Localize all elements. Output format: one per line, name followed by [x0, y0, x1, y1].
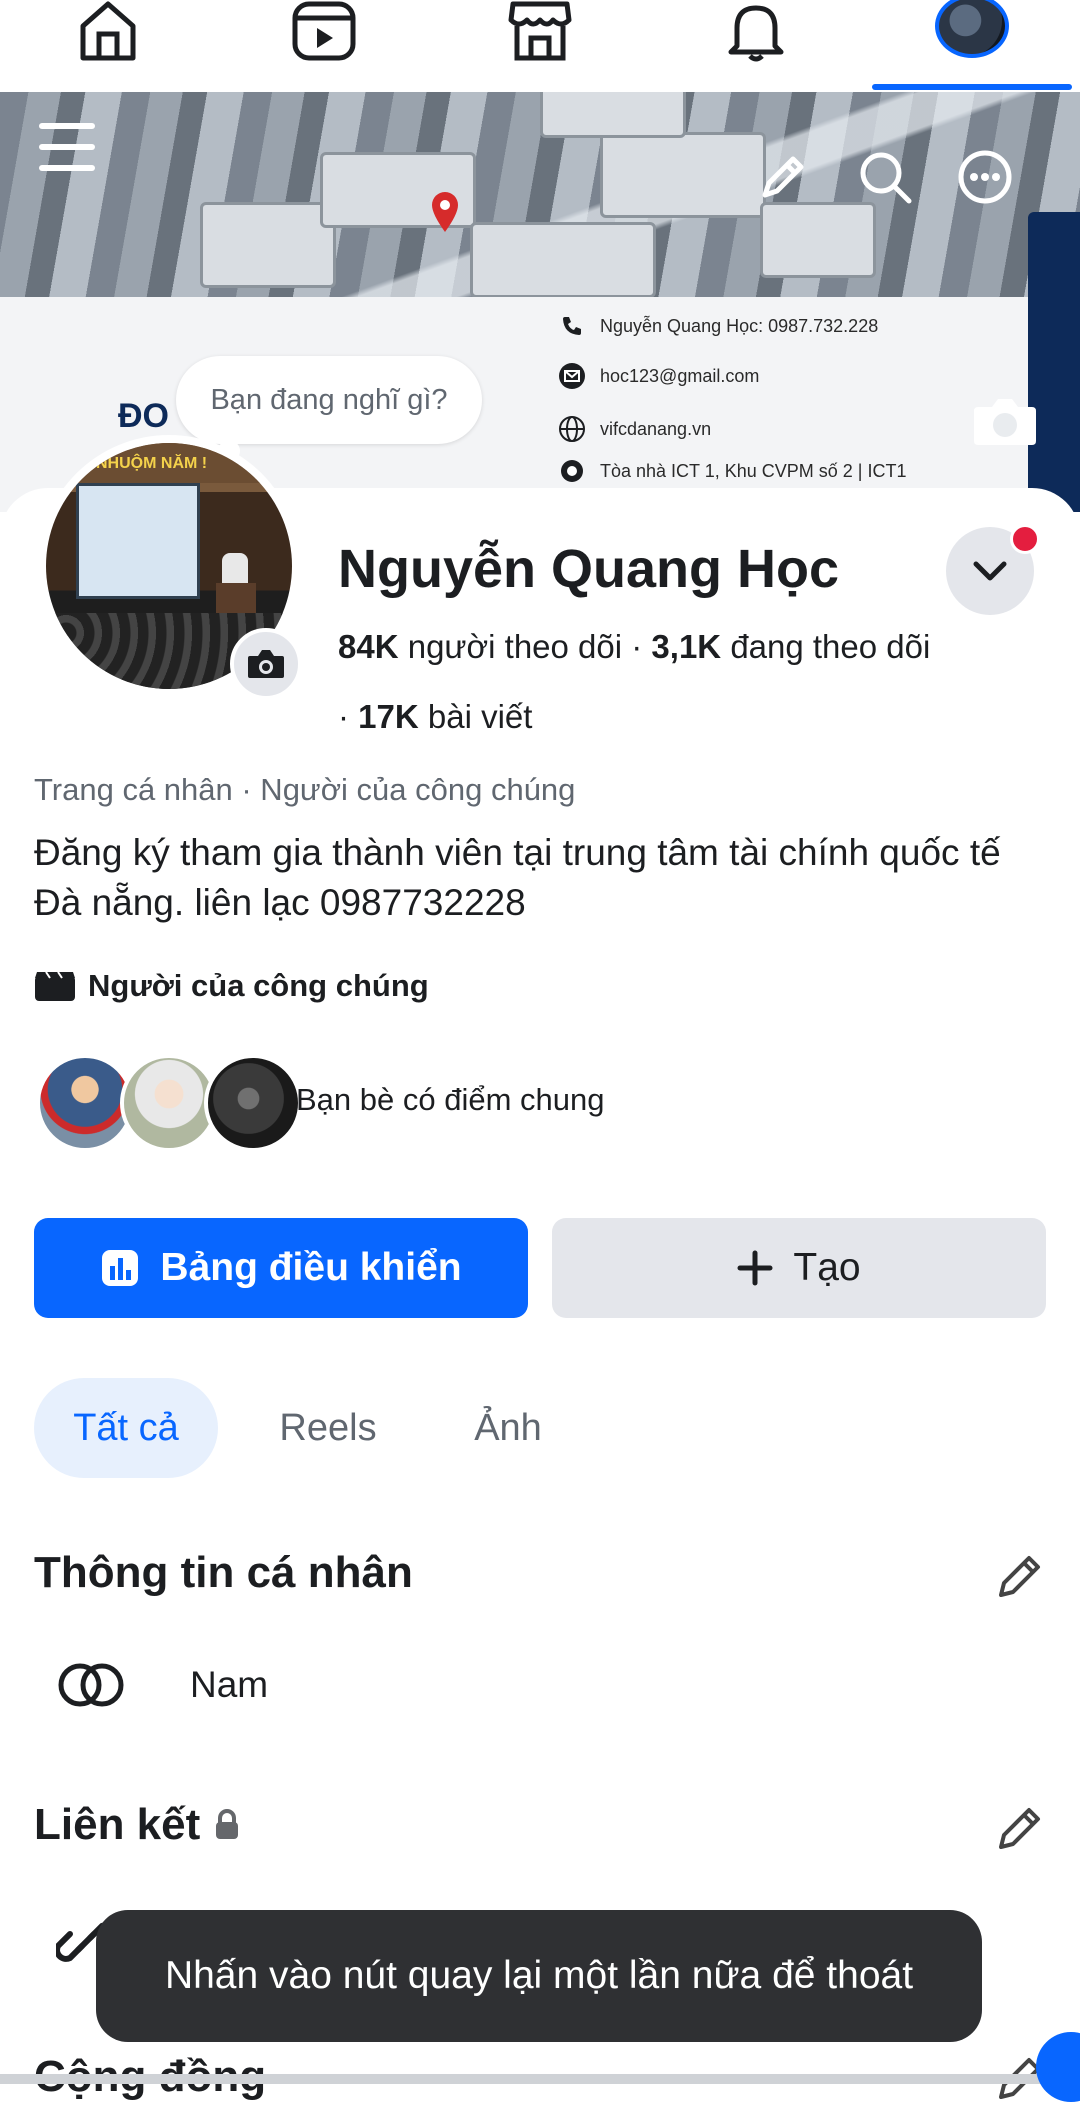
follow-stats: 84K người theo dõi · 3,1K đang theo dõi: [338, 628, 930, 666]
reels-icon[interactable]: [274, 0, 374, 70]
cover-contact-text: vifcdanang.vn: [600, 418, 712, 439]
cover-partial-text: ĐO: [118, 397, 169, 435]
profile-bio: Đăng ký tham gia thành viên tại trung tâ…: [34, 832, 1001, 923]
profile-avatar: [935, 0, 1009, 58]
profile-category: Trang cá nhân · Người của công chúng: [34, 772, 576, 807]
cover-contact-address: Tòa nhà ICT 1, Khu CVPM số 2 | ICT1: [558, 457, 906, 485]
chevron-down-icon: [973, 561, 1007, 581]
posts-count: 17K: [358, 698, 419, 735]
stats-separator: ·: [622, 628, 652, 665]
stats-separator: ·: [338, 698, 359, 735]
edit-pencil-icon[interactable]: [990, 1798, 1050, 1858]
cover-contact-website: vifcdanang.vn: [558, 415, 711, 443]
more-options-icon[interactable]: [950, 142, 1020, 212]
profile-tab[interactable]: [922, 0, 1022, 70]
mutual-friends-avatars[interactable]: [36, 1054, 302, 1152]
active-tab-indicator: [872, 84, 1072, 90]
cover-contact-text: Nguyễn Quang Học: 0987.732.228: [600, 315, 879, 336]
composer-placeholder: Bạn đang nghĩ gì?: [210, 383, 448, 416]
home-icon[interactable]: [58, 0, 158, 70]
friend-avatar[interactable]: [204, 1054, 302, 1152]
personal-info-heading: Thông tin cá nhân: [34, 1548, 413, 1598]
tab-reels[interactable]: Reels: [258, 1378, 398, 1478]
cover-contact-text: hoc123@gmail.com: [600, 365, 760, 386]
links-heading: Liên kết: [34, 1800, 240, 1850]
avatar-screen: [76, 483, 200, 599]
edit-pencil-icon[interactable]: [990, 1546, 1050, 1606]
avatar-banner-text: NHUỘM NĂM !: [96, 455, 208, 472]
section-title-text: Thông tin cá nhân: [34, 1548, 413, 1597]
dashboard-icon: [102, 1250, 139, 1286]
edit-pencil-icon[interactable]: [748, 142, 818, 212]
tab-photos[interactable]: Ảnh: [450, 1378, 566, 1478]
cover-accent-bar: [1028, 212, 1080, 512]
menu-icon[interactable]: [32, 112, 102, 182]
following-label[interactable]: đang theo dõi: [730, 628, 930, 665]
toast-message: Nhấn vào nút quay lại một lần nữa để tho…: [164, 1954, 914, 1997]
create-button[interactable]: Tạo: [552, 1218, 1046, 1318]
create-label: Tạo: [793, 1246, 861, 1289]
whats-on-your-mind-bubble[interactable]: Bạn đang nghĩ gì?: [176, 356, 482, 444]
posts-stats: · 17K bài viết: [338, 698, 532, 736]
mutual-friends-label[interactable]: Bạn bè có điểm chung: [296, 1082, 605, 1118]
system-nav-strip: [0, 2074, 1080, 2084]
dashboard-button[interactable]: Bảng điều khiển: [34, 1218, 528, 1318]
tab-label: Tất cả: [73, 1406, 179, 1449]
followers-label[interactable]: người theo dõi: [408, 628, 622, 665]
exit-toast: Nhấn vào nút quay lại một lần nữa để tho…: [96, 1910, 982, 2042]
cover-camera-icon[interactable]: [970, 386, 1040, 456]
dashboard-label: Bảng điều khiển: [160, 1246, 462, 1289]
tab-label: Reels: [279, 1406, 377, 1449]
camera-icon: [248, 650, 284, 678]
notification-dot: [1010, 524, 1040, 554]
public-figure-row: Người của công chúng: [34, 968, 429, 1004]
email-icon: [558, 362, 586, 390]
cover-contact-text: Tòa nhà ICT 1, Khu CVPM số 2 | ICT1: [600, 460, 907, 481]
posts-label: bài viết: [427, 698, 533, 735]
section-title-text: Liên kết: [34, 1800, 201, 1849]
gender-icon: [58, 1663, 124, 1707]
phone-icon: [558, 312, 586, 340]
change-avatar-button[interactable]: [230, 628, 302, 700]
cover-contact-phone: Nguyễn Quang Học: 0987.732.228: [558, 312, 878, 340]
location-icon: [558, 457, 586, 485]
clapperboard-icon: [35, 971, 75, 1001]
plus-icon: [737, 1250, 773, 1286]
lock-icon: [216, 1809, 239, 1839]
profile-name: Nguyễn Quang Học: [338, 539, 840, 599]
globe-icon: [558, 415, 586, 443]
following-count[interactable]: 3,1K: [651, 628, 721, 665]
gender-row: Nam: [56, 1660, 268, 1710]
gender-value: Nam: [190, 1664, 269, 1705]
public-figure-label: Người của công chúng: [88, 968, 429, 1003]
cover-contact-email: hoc123@gmail.com: [558, 362, 759, 390]
followers-count[interactable]: 84K: [338, 628, 399, 665]
search-icon[interactable]: [850, 142, 920, 212]
top-navigation-bar: [0, 0, 1080, 92]
marketplace-icon[interactable]: [490, 0, 590, 70]
tab-all[interactable]: Tất cả: [34, 1378, 218, 1478]
tab-label: Ảnh: [474, 1406, 542, 1449]
notifications-icon[interactable]: [706, 0, 806, 70]
